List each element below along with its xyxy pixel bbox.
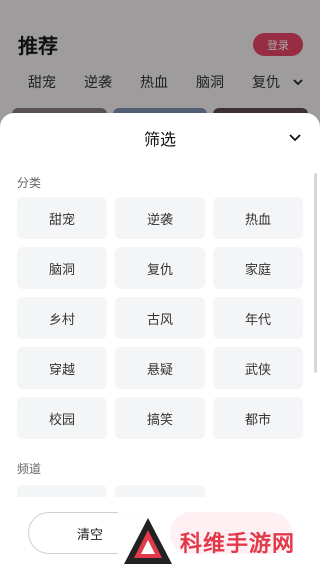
watermark: 科维手游网 — [118, 510, 320, 568]
filter-option[interactable]: 复仇 — [115, 247, 205, 289]
filter-option[interactable]: 都市 — [213, 397, 303, 439]
filter-option[interactable]: 年代 — [213, 297, 303, 339]
filter-option[interactable]: 热血 — [213, 197, 303, 239]
watermark-text: 科维手游网 — [180, 532, 296, 557]
section-title-category: 分类 — [17, 176, 42, 190]
filter-option[interactable]: 家庭 — [213, 247, 303, 289]
chevron-down-icon[interactable] — [288, 130, 302, 144]
filter-option[interactable] — [115, 485, 205, 497]
filter-option[interactable]: 古风 — [115, 297, 205, 339]
filter-option[interactable]: 穿越 — [17, 347, 107, 389]
filter-option[interactable]: 武侠 — [213, 347, 303, 389]
sheet-header: 筛选 — [0, 113, 320, 163]
filter-option[interactable]: 甜宠 — [17, 197, 107, 239]
section-title-channel: 频道 — [17, 462, 42, 476]
category-grid: 甜宠 逆袭 热血 脑洞 复仇 家庭 乡村 古风 年代 穿越 悬疑 武侠 校园 搞… — [17, 197, 304, 439]
filter-option[interactable]: 逆袭 — [115, 197, 205, 239]
filter-sheet: 筛选 分类 甜宠 逆袭 热血 脑洞 复仇 家庭 乡村 古风 年代 穿越 悬疑 武… — [0, 113, 320, 568]
filter-option[interactable] — [17, 485, 107, 497]
filter-option[interactable]: 搞笑 — [115, 397, 205, 439]
sheet-title: 筛选 — [143, 130, 176, 149]
filter-option[interactable]: 校园 — [17, 397, 107, 439]
filter-option[interactable]: 脑洞 — [17, 247, 107, 289]
filter-option[interactable]: 乡村 — [17, 297, 107, 339]
filter-option[interactable]: 悬疑 — [115, 347, 205, 389]
watermark-logo-icon — [124, 518, 172, 564]
scrollbar[interactable] — [314, 173, 317, 373]
channel-grid — [17, 485, 304, 497]
